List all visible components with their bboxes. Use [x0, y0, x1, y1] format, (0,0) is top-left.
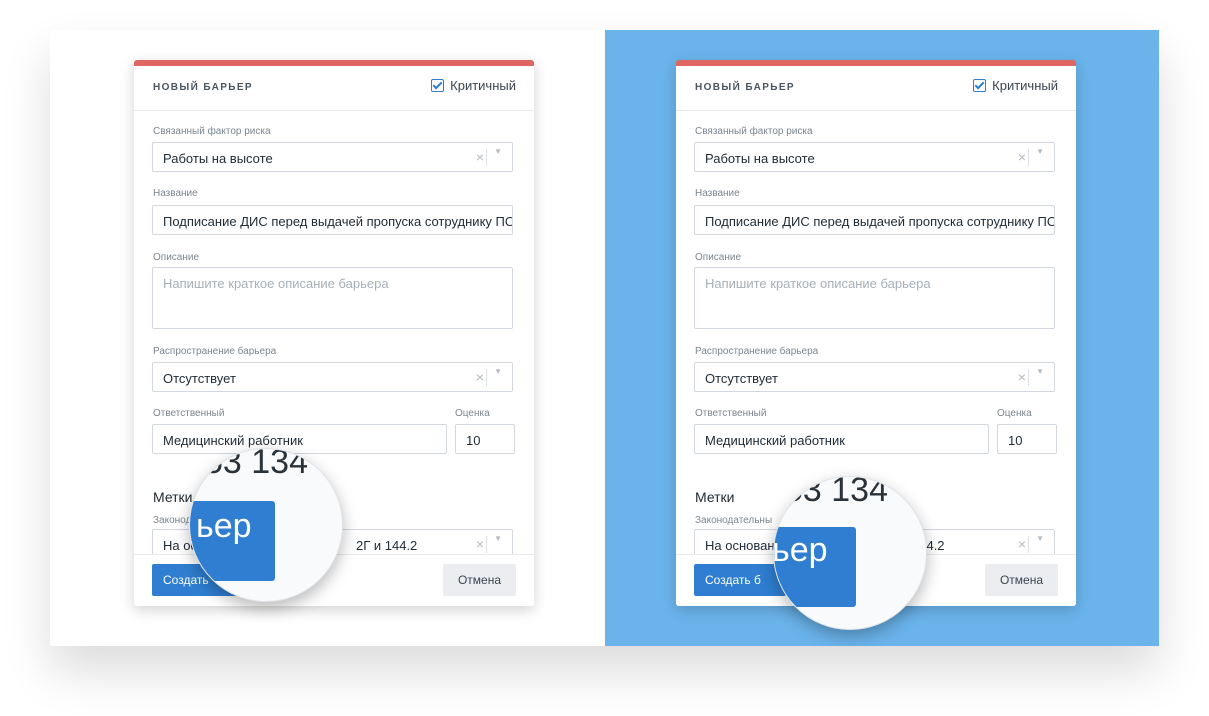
- create-barrier-button[interactable]: Создать б: [694, 564, 786, 596]
- select-divider: [486, 149, 487, 166]
- form-header: НОВЫЙ БАРЬЕР Критичный: [134, 66, 534, 111]
- name-input[interactable]: Подписание ДИС перед выдачей пропуска со…: [694, 205, 1055, 235]
- spread-label: Распространение барьера: [153, 346, 277, 357]
- critical-label: Критичный: [992, 78, 1058, 93]
- clear-icon[interactable]: ×: [476, 536, 484, 552]
- chevron-down-icon[interactable]: ▼: [1036, 534, 1044, 543]
- score-label: Оценка: [455, 408, 490, 419]
- form-header: НОВЫЙ БАРЬЕР Критичный: [676, 66, 1076, 111]
- score-value: 10: [466, 433, 481, 448]
- spread-label: Распространение барьера: [695, 346, 819, 357]
- select-divider: [1028, 369, 1029, 386]
- cancel-button[interactable]: Отмена: [443, 564, 516, 596]
- name-input[interactable]: Подписание ДИС перед выдачей пропуска со…: [152, 205, 513, 235]
- spread-value: Отсутствует: [163, 371, 236, 386]
- form-title: НОВЫЙ БАРЬЕР: [153, 82, 254, 93]
- critical-checkbox[interactable]: Критичный: [431, 78, 516, 93]
- risk-factor-value: Работы на высоте: [705, 151, 815, 166]
- spread-select[interactable]: Отсутствует × ▼: [152, 362, 513, 392]
- checkbox-checked-icon[interactable]: [431, 79, 445, 92]
- select-divider: [1028, 536, 1029, 553]
- description-placeholder: Напишите краткое описание барьера: [163, 276, 389, 291]
- right-panel: НОВЫЙ БАРЬЕР Критичный Связанный фактор …: [605, 30, 1159, 646]
- magnifier-lens: 53 134 ьер: [189, 448, 343, 602]
- score-value: 10: [1008, 433, 1023, 448]
- spread-value: Отсутствует: [705, 371, 778, 386]
- responsible-value: Медицинский работник: [163, 433, 303, 448]
- chevron-down-icon[interactable]: ▼: [1036, 367, 1044, 376]
- risk-factor-select[interactable]: Работы на высоте × ▼: [694, 142, 1055, 172]
- magnified-digits: 53 134: [784, 476, 888, 509]
- responsible-label: Ответственный: [695, 408, 767, 419]
- select-divider: [1028, 149, 1029, 166]
- responsible-input[interactable]: Медицинский работник: [694, 424, 989, 454]
- left-panel: НОВЫЙ БАРЬЕР Критичный Связанный фактор …: [50, 30, 605, 646]
- score-label: Оценка: [997, 408, 1032, 419]
- legislation-label: Законод: [153, 515, 192, 526]
- risk-factor-select[interactable]: Работы на высоте × ▼: [152, 142, 513, 172]
- score-input[interactable]: 10: [997, 424, 1057, 454]
- select-divider: [486, 536, 487, 553]
- name-label: Название: [153, 188, 198, 199]
- description-label: Описание: [695, 252, 742, 263]
- select-divider: [486, 369, 487, 386]
- responsible-value: Медицинский работник: [705, 433, 845, 448]
- critical-checkbox[interactable]: Критичный: [973, 78, 1058, 93]
- magnified-button-text: ьер: [196, 507, 252, 545]
- description-label: Описание: [153, 252, 200, 263]
- chevron-down-icon[interactable]: ▼: [1036, 147, 1044, 156]
- cancel-button[interactable]: Отмена: [985, 564, 1058, 596]
- clear-icon[interactable]: ×: [476, 369, 484, 385]
- tags-heading: Метки: [153, 489, 193, 505]
- responsible-label: Ответственный: [153, 408, 225, 419]
- legislation-value-end: 2Г и 144.2: [356, 538, 418, 553]
- clear-icon[interactable]: ×: [1018, 149, 1026, 165]
- form-title: НОВЫЙ БАРЬЕР: [695, 82, 796, 93]
- clear-icon[interactable]: ×: [476, 149, 484, 165]
- chevron-down-icon[interactable]: ▼: [494, 367, 502, 376]
- critical-label: Критичный: [450, 78, 516, 93]
- comparison-frame: НОВЫЙ БАРЬЕР Критичный Связанный фактор …: [50, 30, 1159, 646]
- magnified-digits: 53 134: [204, 448, 308, 481]
- description-textarea[interactable]: Напишите краткое описание барьера: [694, 267, 1055, 329]
- risk-factor-label: Связанный фактор риска: [153, 126, 271, 137]
- chevron-down-icon[interactable]: ▼: [494, 534, 502, 543]
- clear-icon[interactable]: ×: [1018, 369, 1026, 385]
- legislation-value-start: На основан: [705, 538, 775, 553]
- name-value: Подписание ДИС перед выдачей пропуска со…: [705, 214, 1055, 229]
- chevron-down-icon[interactable]: ▼: [494, 147, 502, 156]
- clear-icon[interactable]: ×: [1018, 536, 1026, 552]
- spread-select[interactable]: Отсутствует × ▼: [694, 362, 1055, 392]
- description-placeholder: Напишите краткое описание барьера: [705, 276, 931, 291]
- description-textarea[interactable]: Напишите краткое описание барьера: [152, 267, 513, 329]
- risk-factor-value: Работы на высоте: [163, 151, 273, 166]
- legislation-label: Законодательны: [695, 515, 773, 526]
- score-input[interactable]: 10: [455, 424, 515, 454]
- name-label: Название: [695, 188, 740, 199]
- checkbox-checked-icon[interactable]: [973, 79, 987, 92]
- name-value: Подписание ДИС перед выдачей пропуска со…: [163, 214, 513, 229]
- magnified-button-text: ьер: [773, 531, 828, 569]
- magnifier-lens: 53 134 ьер: [773, 476, 927, 630]
- risk-factor-label: Связанный фактор риска: [695, 126, 813, 137]
- tags-heading: Метки: [695, 489, 735, 505]
